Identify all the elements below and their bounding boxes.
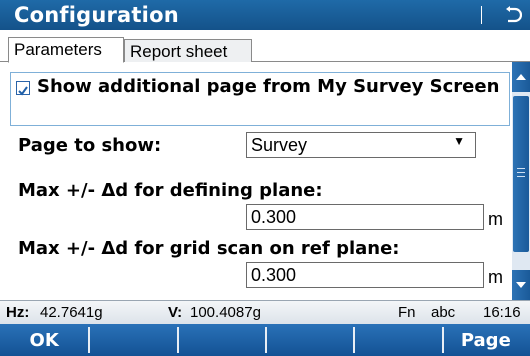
scroll-up-button[interactable] xyxy=(512,62,530,92)
max-grid-scan-value: 0.300 xyxy=(251,265,297,285)
scroll-grip-line xyxy=(517,176,525,177)
max-defining-plane-value: 0.300 xyxy=(251,207,297,227)
v-value: 100.4087g xyxy=(190,304,261,321)
v-label: V: xyxy=(168,304,183,321)
page-to-show-dropdown[interactable]: Survey ▼ xyxy=(246,132,476,158)
scroll-down-icon xyxy=(516,282,526,288)
hz-value: 42.7641g xyxy=(40,304,103,321)
checkmark-icon xyxy=(18,86,28,96)
tab-report-sheet-label: Report sheet xyxy=(130,42,228,61)
page-to-show-value: Survey xyxy=(251,135,308,155)
scroll-up-icon xyxy=(516,74,526,80)
tab-parameters[interactable]: Parameters xyxy=(8,37,124,63)
tab-parameters-label: Parameters xyxy=(14,40,102,59)
scroll-thumb[interactable] xyxy=(513,96,529,252)
softkey-f4[interactable] xyxy=(264,324,353,356)
fn-indicator: Fn xyxy=(398,304,416,321)
ok-button[interactable]: OK xyxy=(0,324,88,356)
tab-report-sheet[interactable]: Report sheet xyxy=(124,39,252,62)
input-mode-indicator: abc xyxy=(431,304,456,321)
title-separator xyxy=(481,6,482,24)
max-defining-plane-label: Max +/- Δd for defining plane: xyxy=(18,180,323,201)
max-defining-plane-unit: m xyxy=(488,209,503,229)
window-title: Configuration xyxy=(14,3,179,27)
softkey-f5[interactable] xyxy=(353,324,441,356)
scroll-down-button[interactable] xyxy=(512,270,530,300)
show-additional-page-checkbox[interactable] xyxy=(16,81,30,96)
back-arrow-icon[interactable] xyxy=(496,0,530,30)
hz-label: Hz: xyxy=(6,304,30,321)
max-grid-scan-unit: m xyxy=(488,267,503,287)
softkey-f2[interactable] xyxy=(88,324,176,356)
scroll-grip-line xyxy=(517,172,525,173)
clock: 16:16 xyxy=(483,304,521,321)
tab-bar: Parameters Report sheet xyxy=(0,30,530,63)
page-button[interactable]: Page xyxy=(441,324,530,356)
softkey-f3[interactable] xyxy=(176,324,265,356)
max-defining-plane-input[interactable]: 0.300 xyxy=(246,204,484,230)
max-grid-scan-input[interactable]: 0.300 xyxy=(246,262,484,288)
show-additional-page-row[interactable]: Show additional page from My Survey Scre… xyxy=(10,72,510,126)
title-bar: Configuration xyxy=(0,0,530,30)
softkey-bar: OK Page xyxy=(0,324,530,356)
scroll-grip-line xyxy=(517,168,525,169)
vertical-scrollbar[interactable] xyxy=(512,62,530,300)
status-bar: Hz: 42.7641g V: 100.4087g Fn abc 16:16 xyxy=(0,300,530,324)
page-to-show-label: Page to show: xyxy=(18,135,162,156)
max-grid-scan-label: Max +/- Δd for grid scan on ref plane: xyxy=(18,238,400,259)
dropdown-arrow-icon: ▼ xyxy=(453,134,465,148)
show-additional-page-label: Show additional page from My Survey Scre… xyxy=(37,76,500,97)
parameters-panel: Show additional page from My Survey Scre… xyxy=(0,62,512,300)
